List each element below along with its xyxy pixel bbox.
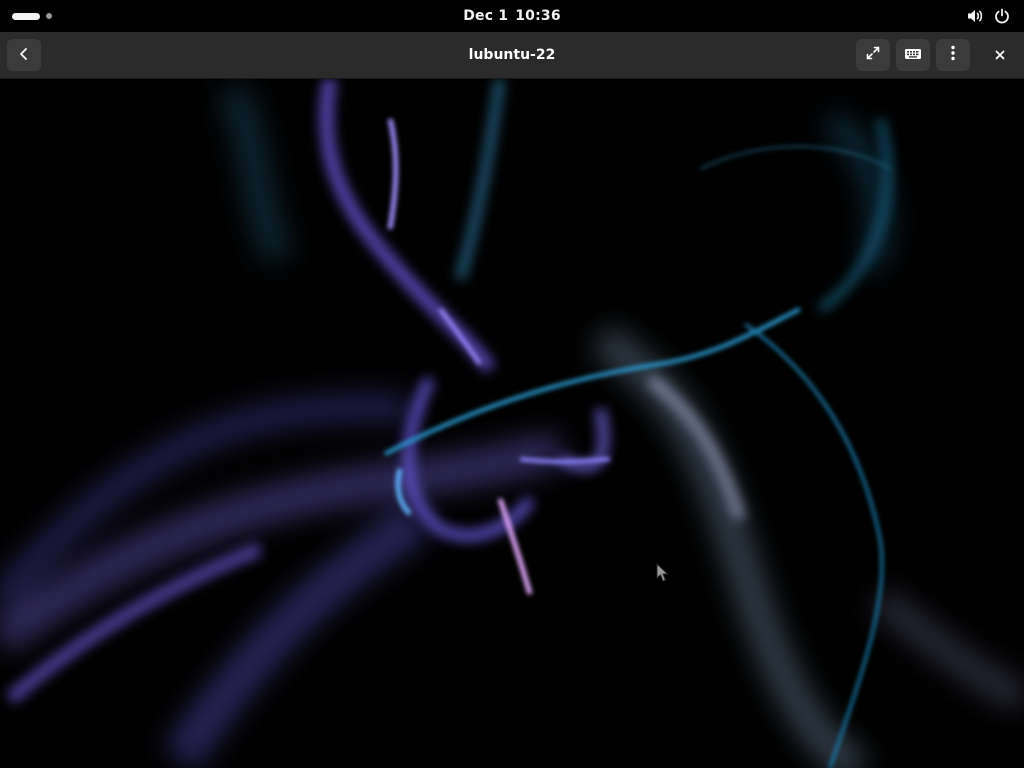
back-button[interactable] [7, 39, 41, 71]
fullscreen-button[interactable] [856, 39, 890, 71]
power-icon[interactable] [994, 8, 1010, 24]
workspace-indicator-active [12, 12, 40, 20]
workspace-indicator-dot [46, 13, 52, 19]
remote-display[interactable] [0, 79, 1024, 768]
window-title-text: lubuntu-22 [468, 47, 556, 63]
keyboard-icon [904, 46, 922, 65]
clock-date[interactable]: Dec 1 [463, 8, 508, 24]
activities-button[interactable] [12, 10, 52, 22]
header-bar: lubuntu-22 [0, 32, 1024, 79]
fullscreen-icon [865, 45, 881, 65]
menu-dots-icon [950, 45, 956, 65]
system-tray[interactable] [966, 6, 1010, 26]
clock-time[interactable]: 10:36 [515, 8, 561, 24]
keyboard-button[interactable] [896, 39, 930, 71]
clock: Dec 1 10:36 [0, 0, 1024, 32]
close-button[interactable] [983, 39, 1017, 71]
mouse-pointer-icon [656, 562, 670, 587]
close-icon [994, 46, 1006, 65]
volume-icon[interactable] [966, 8, 984, 24]
menu-button[interactable] [936, 39, 970, 71]
top-bar: Dec 1 10:36 [0, 0, 1024, 32]
back-icon [17, 46, 31, 65]
screensaver-art [0, 79, 1024, 768]
